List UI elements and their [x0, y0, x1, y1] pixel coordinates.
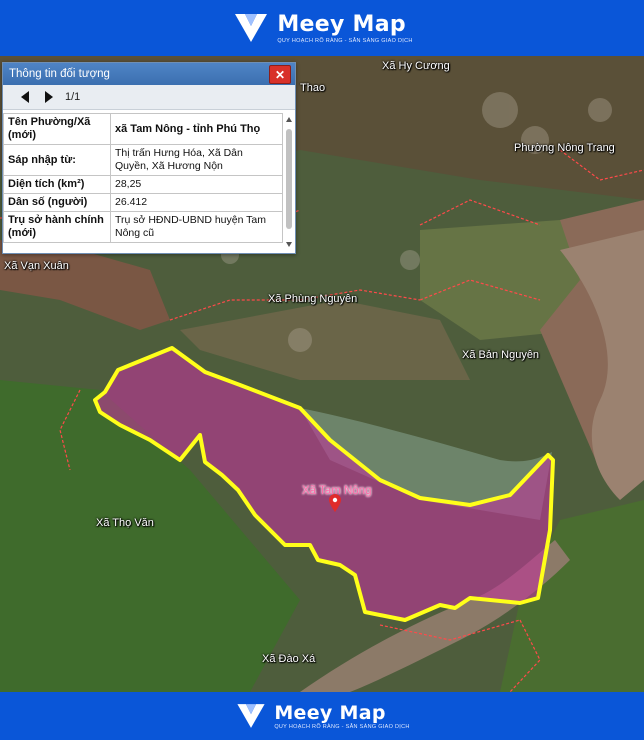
triangle-right-icon — [45, 91, 53, 103]
info-table: Tên Phường/Xã (mới) xã Tam Nông - tỉnh P… — [3, 113, 283, 243]
brand-name: Meey Map — [277, 11, 406, 37]
table-row: Dân số (người) 26.412 — [3, 193, 283, 212]
map-label-nong-trang: Phường Nông Trang — [514, 142, 615, 154]
prev-button[interactable] — [17, 88, 33, 106]
info-panel-header[interactable]: Thông tin đối tượng ✕ — [3, 63, 295, 85]
info-panel[interactable]: Thông tin đối tượng ✕ 1/1 Tên Phường/Xã … — [2, 62, 296, 254]
scroll-thumb[interactable] — [286, 129, 292, 229]
row-value-population: 26.412 — [110, 193, 283, 212]
map-label-van-xuan: Xã Vạn Xuân — [4, 260, 69, 272]
map-label-ban-nguyen: Xã Bản Nguyên — [462, 349, 540, 361]
meey-logo-icon — [235, 14, 268, 42]
table-row: Tên Phường/Xã (mới) xã Tam Nông - tỉnh P… — [3, 113, 283, 145]
map-label-tho-van: Xã Thọ Văn — [96, 517, 154, 529]
row-label-merged: Sáp nhập từ: — [3, 144, 111, 176]
close-button[interactable]: ✕ — [269, 65, 291, 84]
row-value-merged: Thị trấn Hưng Hóa, Xã Dân Quyền, Xã Hươn… — [110, 144, 283, 176]
table-row: Trụ sở hành chính (mới) Trụ sở HĐND-UBND… — [3, 211, 283, 243]
brand-name-bottom: Meey Map — [274, 701, 386, 724]
meey-map-logo-bottom[interactable]: Meey Map QUY HOẠCH RÕ RÀNG - SẴN SÀNG GI… — [234, 699, 409, 733]
bottom-banner: Meey Map QUY HOẠCH RÕ RÀNG - SẴN SÀNG GI… — [0, 692, 644, 740]
brand-tagline: QUY HOẠCH RÕ RÀNG - SẴN SÀNG GIAO DỊCH — [277, 37, 413, 44]
info-panel-title: Thông tin đối tượng — [9, 68, 110, 80]
row-value-headquarters: Trụ sở HĐND-UBND huyện Tam Nông cũ — [110, 211, 283, 243]
map-label-dao-xa: Xã Đào Xá — [262, 653, 316, 665]
meey-map-logo[interactable]: Meey Map QUY HOẠCH RÕ RÀNG - SẴN SÀNG GI… — [231, 8, 412, 48]
scroll-down-icon[interactable] — [286, 242, 292, 247]
info-panel-scrollbar[interactable] — [285, 115, 293, 249]
row-label-population: Dân số (người) — [3, 193, 111, 212]
scroll-up-icon[interactable] — [286, 117, 292, 122]
map-pin-icon[interactable] — [329, 494, 341, 512]
top-banner: Meey Map QUY HOẠCH RÕ RÀNG - SẴN SÀNG GI… — [0, 0, 644, 56]
row-label-area: Diện tích (km²) — [3, 175, 111, 194]
map-label-phung-nguyen: Xã Phùng Nguyên — [268, 293, 358, 305]
next-button[interactable] — [41, 88, 57, 106]
info-table-container[interactable]: Tên Phường/Xã (mới) xã Tam Nông - tỉnh P… — [3, 113, 283, 251]
row-label-headquarters: Trụ sở hành chính (mới) — [3, 211, 111, 243]
map-label-hy-cuong: Xã Hy Cương — [382, 60, 450, 72]
close-icon: ✕ — [274, 67, 286, 82]
info-panel-pager: 1/1 — [3, 85, 295, 110]
triangle-left-icon — [21, 91, 29, 103]
row-value-name: xã Tam Nông - tỉnh Phú Thọ — [110, 113, 283, 145]
meey-logo-icon — [237, 704, 265, 728]
table-row: Sáp nhập từ: Thị trấn Hưng Hóa, Xã Dân Q… — [3, 144, 283, 176]
row-value-area: 28,25 — [110, 175, 283, 194]
row-label-name: Tên Phường/Xã (mới) — [3, 113, 111, 145]
pager-count: 1/1 — [65, 91, 81, 103]
table-row: Diện tích (km²) 28,25 — [3, 175, 283, 194]
brand-tagline-bottom: QUY HOẠCH RÕ RÀNG - SẴN SÀNG GIAO DỊCH — [274, 723, 410, 730]
map-label-thao: Thao — [300, 82, 326, 94]
